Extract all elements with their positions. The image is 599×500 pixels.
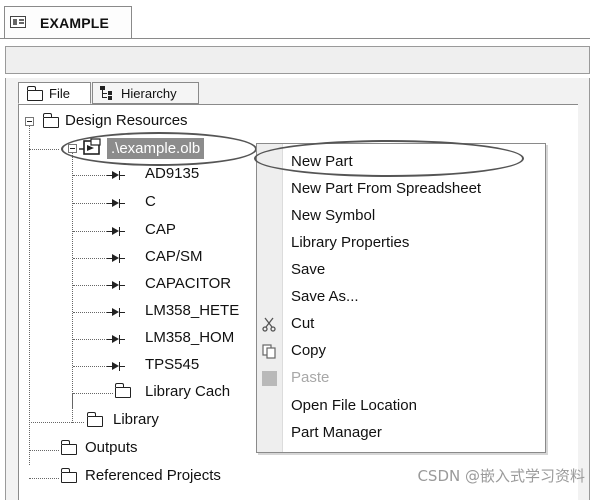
tree-node-label: Design Resources <box>65 112 188 129</box>
tree-node-label: TPS545 <box>145 356 200 373</box>
folder-icon <box>114 383 131 398</box>
annotation-ellipse <box>254 140 524 177</box>
tab-file[interactable]: File <box>18 82 91 104</box>
menu-item-library-properties[interactable]: Library Properties <box>257 229 545 256</box>
menu-item-label: Open File Location <box>291 397 417 414</box>
collapse-toggle[interactable] <box>25 117 34 126</box>
folder-icon <box>26 86 43 101</box>
menu-item-label: Part Manager <box>291 424 382 441</box>
menu-item-save-as[interactable]: Save As... <box>257 283 545 310</box>
folder-icon <box>60 440 77 455</box>
menu-item-label: Cut <box>291 315 315 332</box>
tree-node-label: CAPACITOR <box>145 275 232 292</box>
menu-item-label: Save As... <box>291 288 359 305</box>
copy-icon <box>262 344 276 359</box>
menu-item-label: Paste <box>291 369 330 386</box>
document-tab-title: EXAMPLE <box>40 15 110 31</box>
menu-item-label: Library Properties <box>291 234 410 251</box>
tree-connector <box>73 285 109 286</box>
tree-connector <box>73 312 109 313</box>
part-icon <box>107 226 129 236</box>
menu-item-label: New Symbol <box>291 207 376 224</box>
tree-connector <box>73 258 109 259</box>
menu-item-label: Save <box>291 261 326 278</box>
menu-item-paste[interactable]: Paste <box>257 364 545 391</box>
part-icon <box>107 334 129 344</box>
tree-connector <box>72 153 73 408</box>
tab-divider <box>0 38 590 39</box>
part-icon <box>107 170 129 180</box>
schematic-page-icon <box>10 16 26 28</box>
document-tab[interactable]: EXAMPLE <box>4 6 132 38</box>
tree-node-label: Referenced Projects <box>85 467 221 484</box>
toolbar-strip <box>5 46 590 74</box>
tree-connector <box>73 393 113 394</box>
menu-item-part-manager[interactable]: Part Manager <box>257 419 545 446</box>
tree-node-label: LM358_HOM <box>145 329 235 346</box>
watermark: CSDN @嵌入式学习资料 <box>417 467 585 485</box>
tree-connector <box>73 366 109 367</box>
part-icon <box>107 253 129 263</box>
tab-file-label: File <box>49 86 70 101</box>
hierarchy-icon <box>100 86 116 100</box>
menu-item-copy[interactable]: Copy <box>257 337 545 364</box>
paste-icon <box>262 371 277 386</box>
tab-hierarchy[interactable]: Hierarchy <box>92 82 199 104</box>
menu-item-label: New Part From Spreadsheet <box>291 180 482 197</box>
menu-item-new-symbol[interactable]: New Symbol <box>257 202 545 229</box>
annotation-ellipse <box>61 132 257 166</box>
tree-node-label: LM358_HETE <box>145 302 240 319</box>
menu-item-open-file-location[interactable]: Open File Location <box>257 392 545 419</box>
tree-connector <box>29 478 59 479</box>
tree-connector <box>73 339 109 340</box>
tree-connector <box>72 393 73 423</box>
menu-item-cut[interactable]: Cut <box>257 310 545 337</box>
tree-node-label: C <box>145 193 156 210</box>
tree-connector <box>29 149 59 150</box>
menu-item-label: Copy <box>291 342 327 359</box>
folder-icon <box>42 113 59 128</box>
folder-icon <box>86 412 103 427</box>
title-bar: EXAMPLE <box>0 0 599 46</box>
tree-node-label: CAP <box>145 221 176 238</box>
part-icon <box>107 280 129 290</box>
tab-hierarchy-label: Hierarchy <box>121 86 177 101</box>
tree-node-label: Library Cach <box>145 383 231 400</box>
tree-connector <box>73 203 109 204</box>
tree-node-label: Library <box>113 411 159 428</box>
folder-icon <box>60 468 77 483</box>
tree-node-label: AD9135 <box>145 165 200 182</box>
tree-connector <box>29 125 30 465</box>
tree-connector <box>29 450 59 451</box>
menu-item-new-part-from-spreadsheet[interactable]: New Part From Spreadsheet <box>257 175 545 202</box>
context-menu: New Part New Part From Spreadsheet New S… <box>256 143 546 453</box>
scissors-icon <box>262 317 276 332</box>
tree-node-label: Outputs <box>85 439 138 456</box>
tree-node-label: CAP/SM <box>145 248 203 265</box>
part-icon <box>107 198 129 208</box>
menu-item-save[interactable]: Save <box>257 256 545 283</box>
part-icon <box>107 307 129 317</box>
part-icon <box>107 361 129 371</box>
tree-connector <box>73 175 109 176</box>
tree-connector <box>73 231 109 232</box>
tree-connector <box>29 422 84 423</box>
